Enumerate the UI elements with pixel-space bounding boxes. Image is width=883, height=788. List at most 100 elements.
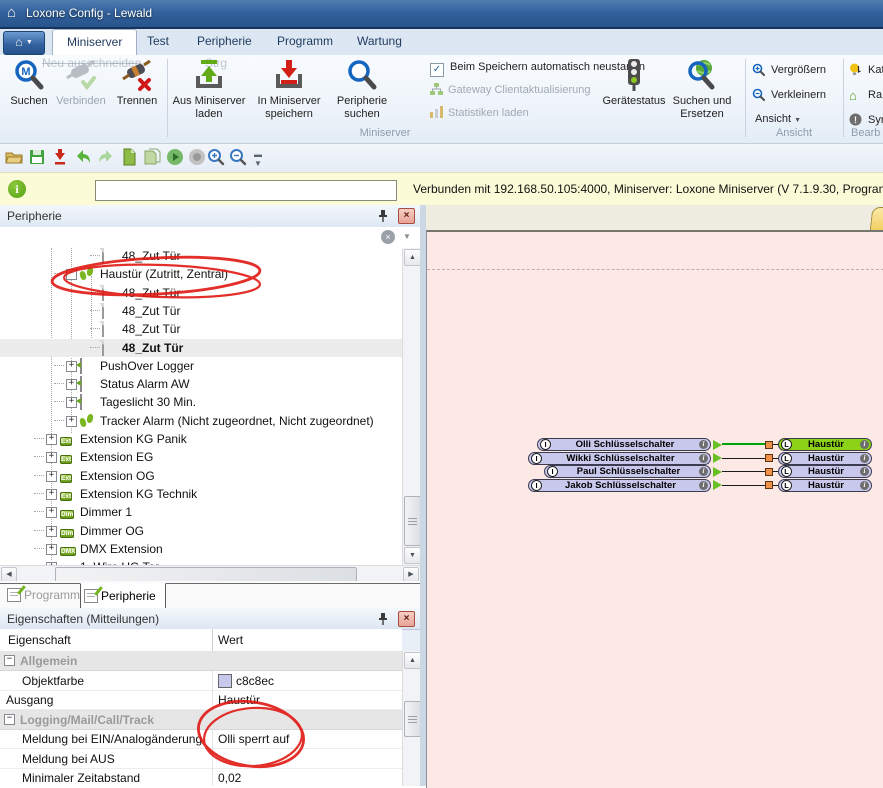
- pin-icon[interactable]: [377, 209, 389, 222]
- input-block[interactable]: IOlli Schlüsselschalteri: [537, 438, 711, 451]
- tree-item[interactable]: 48_Zut Tür: [0, 284, 402, 302]
- tree-item[interactable]: +Tracker Alarm (Nicht zugeordnet, Nicht …: [0, 412, 402, 430]
- status-input[interactable]: [95, 180, 397, 201]
- expand-icon[interactable]: +: [46, 489, 57, 500]
- tree-item[interactable]: −Haustür (Zutritt, Zentral): [0, 265, 402, 283]
- expand-icon[interactable]: +: [46, 526, 57, 537]
- info-icon[interactable]: i: [860, 467, 869, 476]
- import-icon[interactable]: [51, 148, 69, 166]
- property-row[interactable]: Objektfarbec8c8ec: [0, 671, 402, 691]
- vergroessern-button[interactable]: Vergrößern: [752, 63, 826, 76]
- expand-icon[interactable]: +: [46, 544, 57, 555]
- property-value[interactable]: c8c8ec: [236, 674, 274, 688]
- output-connector-icon[interactable]: [713, 480, 722, 490]
- tree-item[interactable]: +ExtExtension EG: [0, 448, 402, 466]
- info-icon[interactable]: i: [699, 481, 708, 490]
- output-block[interactable]: LHaustüri: [778, 452, 872, 465]
- tab-wartung[interactable]: Wartung: [343, 29, 416, 54]
- trennen-button[interactable]: Trennen: [110, 58, 164, 140]
- systemstatus-button[interactable]: ! Syr: [849, 113, 883, 126]
- close-panel-button[interactable]: ×: [398, 208, 415, 224]
- raum-button[interactable]: ⌂Ra: [849, 88, 882, 101]
- scrollbar-thumb[interactable]: [404, 701, 421, 737]
- expand-icon[interactable]: +: [46, 471, 57, 482]
- output-connector-icon[interactable]: [713, 440, 722, 450]
- collapse-icon[interactable]: −: [4, 655, 15, 666]
- tree-item[interactable]: +DMXDMX Extension: [0, 540, 402, 558]
- tree-item[interactable]: +Tageslicht 30 Min.: [0, 393, 402, 411]
- property-row[interactable]: Meldung bei AUS: [0, 749, 402, 769]
- undo-icon[interactable]: [74, 148, 92, 166]
- tab-programm[interactable]: Programm: [263, 29, 347, 54]
- clear-search-icon[interactable]: ×: [381, 230, 395, 244]
- output-block[interactable]: LHaustüri: [778, 465, 872, 478]
- close-panel-button[interactable]: ×: [398, 611, 415, 627]
- input-connector-icon[interactable]: [765, 481, 773, 489]
- tree-item[interactable]: +ExtExtension KG Technik: [0, 485, 402, 503]
- program-canvas[interactable]: IOlli SchlüsselschalteriLHaustüriIWikki …: [426, 230, 883, 788]
- column-divider[interactable]: [212, 629, 213, 651]
- property-value[interactable]: Olli sperrt auf: [218, 732, 289, 746]
- scroll-up-arrow[interactable]: ▲: [404, 249, 421, 266]
- property-group-row[interactable]: −Allgemein: [0, 651, 402, 671]
- property-row[interactable]: AusgangHaustür: [0, 690, 402, 710]
- scrollbar-thumb[interactable]: [404, 496, 421, 546]
- tab-peripherie-bottom[interactable]: Peripherie: [80, 583, 166, 609]
- property-value[interactable]: Haustür: [218, 693, 260, 707]
- info-icon[interactable]: i: [860, 481, 869, 490]
- tree-vertical-scrollbar[interactable]: ▲ ▼: [402, 248, 421, 565]
- input-block[interactable]: IPaul Schlüsselschalteri: [544, 465, 711, 478]
- scroll-down-arrow[interactable]: ▼: [404, 547, 421, 564]
- toolbar-options-icon[interactable]: ▬▼: [254, 150, 272, 168]
- scroll-left-arrow[interactable]: ◀: [1, 567, 17, 582]
- zoom-out-icon[interactable]: [229, 148, 247, 166]
- output-block-active[interactable]: LHaustüri: [778, 438, 872, 451]
- property-row[interactable]: Minimaler Zeitabstand0,02: [0, 768, 402, 786]
- filter-dropdown-icon[interactable]: ▼: [403, 232, 411, 241]
- geraetestatus-button[interactable]: Gerätestatus: [600, 58, 668, 140]
- checkbox-checked-icon[interactable]: ✓: [430, 63, 444, 77]
- expand-icon[interactable]: +: [46, 452, 57, 463]
- suchen-button[interactable]: M Suchen: [6, 58, 52, 140]
- color-swatch[interactable]: [218, 674, 232, 688]
- verkleinern-button[interactable]: Verkleinern: [752, 88, 826, 101]
- save-icon[interactable]: [28, 148, 46, 166]
- output-connector-icon[interactable]: [713, 453, 722, 463]
- tab-test[interactable]: Test: [133, 29, 183, 54]
- tab-peripherie[interactable]: Peripherie: [183, 29, 266, 54]
- copy-page-icon[interactable]: [143, 148, 161, 166]
- play-icon[interactable]: [166, 148, 184, 166]
- tree-item[interactable]: +1-w1_Wire UG Tor: [0, 558, 402, 565]
- tree-item[interactable]: +DimDimmer OG: [0, 522, 402, 540]
- input-block[interactable]: IJakob Schlüsselschalteri: [528, 479, 711, 492]
- tree-item[interactable]: 48_Zut Tür: [0, 339, 402, 357]
- new-page-icon[interactable]: [120, 148, 138, 166]
- scroll-right-arrow[interactable]: ▶: [403, 567, 419, 582]
- tab-miniserver[interactable]: Miniserver: [52, 29, 137, 56]
- home-menu-button[interactable]: ⌂ ▼: [3, 31, 45, 55]
- info-icon[interactable]: i: [860, 440, 869, 449]
- scrollbar-thumb[interactable]: [55, 567, 357, 582]
- info-icon[interactable]: i: [860, 454, 869, 463]
- option-statistiken-laden[interactable]: Statistiken laden: [430, 106, 529, 122]
- open-folder-icon[interactable]: [5, 148, 23, 166]
- collapse-icon[interactable]: −: [66, 269, 77, 280]
- input-connector-icon[interactable]: [765, 441, 773, 449]
- stop-icon[interactable]: [188, 148, 206, 166]
- properties-scrollbar[interactable]: ▲: [402, 651, 421, 786]
- tree-item[interactable]: +ExtExtension KG Panik: [0, 430, 402, 448]
- redo-icon[interactable]: [97, 148, 115, 166]
- tree-item[interactable]: 48_Zut Tür: [0, 302, 402, 320]
- ansicht-dropdown[interactable]: Ansicht ▼: [755, 113, 801, 125]
- info-icon[interactable]: i: [699, 467, 708, 476]
- tree-item[interactable]: +PushOver Logger: [0, 357, 402, 375]
- property-group-row[interactable]: −Logging/Mail/Call/Track: [0, 710, 402, 730]
- expand-icon[interactable]: +: [46, 507, 57, 518]
- expand-icon[interactable]: +: [66, 416, 77, 427]
- input-connector-icon[interactable]: [765, 468, 773, 476]
- document-tab-lewald[interactable]: Lewald ×: [870, 207, 883, 231]
- input-connector-icon[interactable]: [765, 454, 773, 462]
- output-connector-icon[interactable]: [713, 467, 722, 477]
- tree-item[interactable]: 48_Zut Tür: [0, 320, 402, 338]
- expand-icon[interactable]: +: [46, 434, 57, 445]
